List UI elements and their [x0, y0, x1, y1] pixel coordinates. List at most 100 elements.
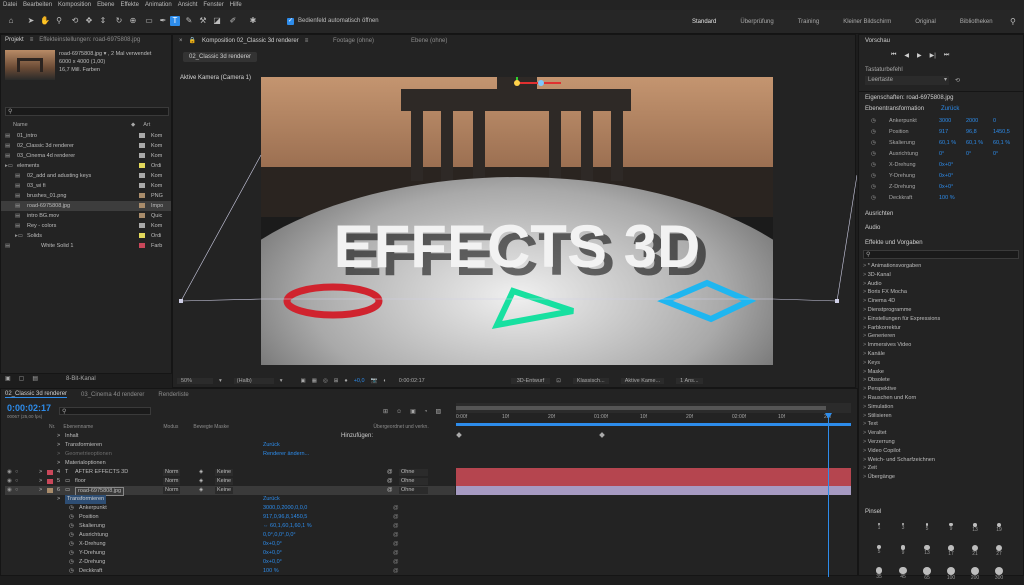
project-item[interactable]: ▸▭ Solids Ordi: [1, 231, 171, 241]
effects-controls-tab[interactable]: Effekteinstellungen: road-6975808.jpg: [39, 37, 140, 43]
project-item[interactable]: ▤ 02_Classic 3d renderer Kom: [1, 141, 171, 151]
property-value[interactable]: 60,1 %: [966, 138, 983, 149]
show-snapshot-icon[interactable]: ◐: [383, 378, 386, 384]
stopwatch-icon[interactable]: ◷: [871, 138, 876, 149]
comp-breadcrumb[interactable]: 02_Classic 3d renderer: [183, 52, 258, 62]
views-select[interactable]: 1 Ans...: [676, 378, 703, 384]
track-matte-select[interactable]: Keine: [215, 478, 234, 485]
shortcut-select[interactable]: Leertaste ▾: [865, 76, 949, 85]
project-item[interactable]: ▤ brushes_01.png PNG: [1, 191, 171, 201]
blend-mode-select[interactable]: Norm: [163, 487, 181, 494]
pickwhip-icon[interactable]: @: [393, 567, 399, 576]
timeline-tab-render[interactable]: Renderliste: [158, 392, 188, 398]
project-item[interactable]: ▤ road-6975808.jpg Impo: [1, 201, 171, 211]
effects-category[interactable]: > Cinema 4D: [863, 297, 1019, 306]
twirl-icon[interactable]: >: [57, 432, 60, 441]
keyframe[interactable]: [456, 432, 462, 438]
align-panel-title[interactable]: Ausrichten: [865, 211, 893, 217]
brush-tip[interactable]: 3: [893, 521, 913, 541]
effects-category[interactable]: > Übergänge: [863, 473, 1019, 482]
property-value[interactable]: 60,1 %: [993, 138, 1010, 149]
grid-icon[interactable]: ⊞: [334, 378, 339, 384]
pickwhip-icon[interactable]: @: [393, 558, 399, 567]
new-folder-icon[interactable]: ▢: [19, 375, 25, 382]
blend-mode-select[interactable]: Norm: [163, 478, 181, 485]
property-row[interactable]: > Materialoptionen: [5, 459, 455, 468]
snapshot-icon[interactable]: 📷: [371, 378, 378, 384]
layer-name[interactable]: AFTER EFFECTS 3D: [75, 468, 128, 477]
graph-editor-icon[interactable]: ▨: [435, 408, 441, 415]
effects-category[interactable]: > Verzerrung: [863, 438, 1019, 447]
interpret-footage-icon[interactable]: ▣: [5, 375, 11, 382]
workspace-3[interactable]: Kleiner Bildschirm: [831, 10, 903, 34]
effects-search-input[interactable]: ⚲: [863, 250, 1019, 259]
property-row[interactable]: ◷ Y-Drehung 0x+0,0° @: [5, 549, 455, 558]
menu-item-ansicht[interactable]: Ansicht: [178, 2, 198, 8]
puppet-tool-icon[interactable]: ✱: [248, 16, 258, 26]
extended-viewer-icon[interactable]: ⊡: [556, 378, 561, 384]
project-item[interactable]: ▤ 02_add and adusting keys Kom: [1, 171, 171, 181]
parent-select[interactable]: Ohne: [399, 487, 429, 494]
stopwatch-icon[interactable]: ◷: [871, 127, 876, 138]
keyframe[interactable]: [599, 432, 605, 438]
stopwatch-icon[interactable]: ◷: [69, 567, 74, 576]
stopwatch-icon[interactable]: ◷: [69, 504, 74, 513]
property-value[interactable]: Zurück: [263, 441, 280, 450]
playhead[interactable]: [828, 413, 829, 577]
property-value[interactable]: 0: [993, 116, 996, 127]
project-item[interactable]: ▤ White Solid 1 Farb: [1, 241, 171, 251]
new-comp-icon[interactable]: ▤: [32, 375, 38, 382]
brush-tip[interactable]: 17: [941, 543, 961, 563]
effects-category[interactable]: > Veraltet: [863, 429, 1019, 438]
workspace-4[interactable]: Original: [903, 10, 948, 34]
property-value[interactable]: 0,0°,0,0°,0,0°: [263, 531, 296, 540]
solo-icon[interactable]: ○: [15, 477, 18, 486]
pickwhip-icon[interactable]: @: [393, 504, 399, 513]
transparency-grid-icon[interactable]: ▦: [312, 378, 317, 384]
close-icon[interactable]: ×: [179, 38, 183, 44]
audio-panel-title[interactable]: Audio: [865, 225, 880, 231]
stopwatch-icon[interactable]: ◷: [69, 522, 74, 531]
effects-category[interactable]: > Rauschen und Korn: [863, 394, 1019, 403]
workspace-1[interactable]: Überprüfung: [728, 10, 785, 34]
stopwatch-icon[interactable]: ◷: [871, 160, 876, 171]
property-row[interactable]: ◷ Ankerpunkt 3000,0,2000,0,0,0 @: [5, 504, 455, 513]
brush-tip[interactable]: 100: [941, 565, 961, 585]
twirl-icon[interactable]: >: [57, 495, 60, 504]
property-value[interactable]: 100 %: [263, 567, 279, 576]
twirl-icon[interactable]: >: [39, 486, 42, 495]
menu-item-ebene[interactable]: Ebene: [97, 2, 114, 8]
pickwhip-icon[interactable]: @: [393, 549, 399, 558]
property-value[interactable]: Zurück: [263, 495, 280, 504]
next-frame-icon[interactable]: ▶|: [930, 52, 936, 59]
auto-open-checkbox[interactable]: ✓: [287, 18, 294, 25]
motion-blur-icon[interactable]: ◔: [424, 409, 428, 415]
effects-category[interactable]: > Video Copilot: [863, 447, 1019, 456]
track-road[interactable]: [456, 486, 851, 495]
property-value[interactable]: 0x+0°: [939, 160, 953, 171]
stopwatch-icon[interactable]: ◷: [69, 540, 74, 549]
brush-tip[interactable]: 9: [941, 521, 961, 541]
dolly-tool-icon[interactable]: ⇕: [98, 16, 108, 26]
layer-row[interactable]: ◉ ○ >4 T AFTER EFFECTS 3D Norm ◈ Keine @ Ohne: [5, 468, 455, 477]
effects-category[interactable]: > Farbkorrektur: [863, 324, 1019, 333]
mask-visibility-icon[interactable]: ◎: [323, 378, 328, 384]
timeline-search-input[interactable]: ⚲: [59, 407, 151, 415]
project-item[interactable]: ▤ 03_wi fi Kom: [1, 181, 171, 191]
effects-category[interactable]: > Keys: [863, 359, 1019, 368]
twirl-icon[interactable]: >: [57, 459, 60, 468]
workspace-5[interactable]: Bibliotheken: [948, 10, 1005, 34]
roto-brush-tool-icon[interactable]: ✐: [228, 16, 238, 26]
home-icon[interactable]: ⌂: [6, 16, 16, 26]
visibility-icon[interactable]: ◉: [7, 486, 12, 495]
rotate-tool-icon[interactable]: ↻: [114, 16, 124, 26]
property-row[interactable]: > Transformieren Zurück: [5, 495, 455, 504]
property-value[interactable]: 3000,0,2000,0,0,0: [263, 504, 307, 513]
stopwatch-icon[interactable]: ◷: [871, 182, 876, 193]
shy-icon[interactable]: ☺: [396, 409, 402, 415]
property-value[interactable]: 100 %: [939, 193, 955, 204]
twirl-icon[interactable]: >: [39, 468, 42, 477]
effects-category[interactable]: > Weich- und Scharfzeichnen: [863, 456, 1019, 465]
brush-tip[interactable]: 200: [965, 565, 985, 585]
project-search-input[interactable]: ⚲: [5, 107, 169, 116]
